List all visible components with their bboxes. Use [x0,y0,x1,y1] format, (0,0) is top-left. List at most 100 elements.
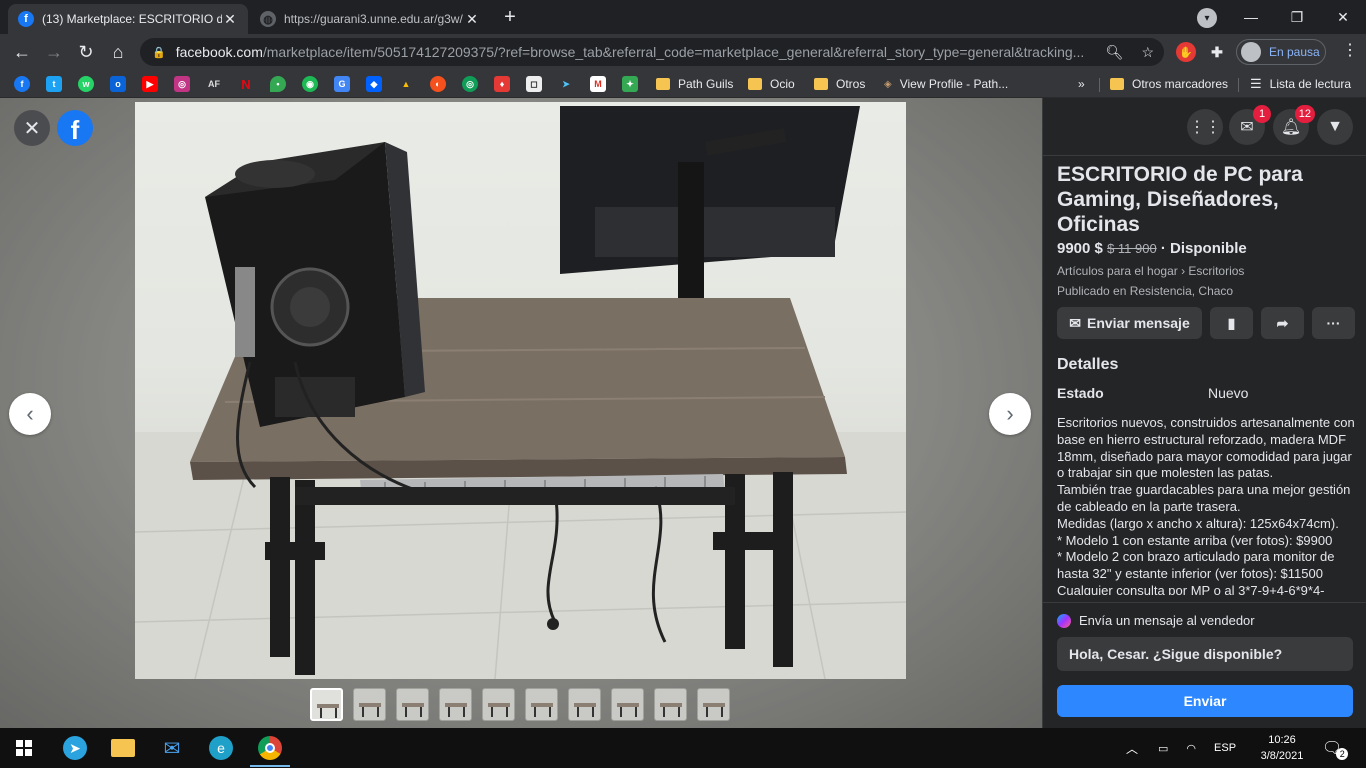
facebook-bookmark-icon[interactable]: f [14,76,30,92]
maps-bookmark-icon[interactable]: ✦ [622,76,638,92]
home-button[interactable]: ⌂ [106,40,130,64]
photo-thumbnail[interactable] [525,688,558,721]
listing-category[interactable]: Artículos para el hogar › Escritorios [1057,264,1244,278]
tab-strip: f (13) Marketplace: ESCRITORIO de PC par… [0,0,1366,34]
seller-prompt-label: Envía un mensaje al vendedor [1079,613,1255,628]
description-line: * Modelo 2 con brazo articulado para mon… [1057,549,1335,582]
new-tab-button[interactable]: + [498,6,522,30]
bookmark-icon: ▮ [1227,314,1236,331]
listing-location[interactable]: Publicado en Resistencia, Chaco [1057,284,1233,298]
reload-button[interactable]: ↻ [74,40,98,64]
whatsapp-bookmark-icon[interactable]: w [78,76,94,92]
bookmark-star-icon[interactable]: ☆ [1141,44,1154,61]
message-input[interactable]: Hola, Cesar. ¿Sigue disponible? [1057,637,1353,671]
next-photo-button[interactable]: › [989,393,1031,435]
listing-title: ESCRITORIO de PC para Gaming, Diseñadore… [1057,163,1303,236]
app-bookmark-icon[interactable]: ◐ [430,76,446,92]
battery-icon[interactable]: ▭ [1158,742,1168,755]
lock-icon[interactable]: 🔒 [152,46,166,59]
dropbox-bookmark-icon[interactable]: ◆ [366,76,382,92]
profile-button[interactable]: En pausa [1236,39,1326,65]
tab-title: https://guarani3.unne.edu.ar/g3w/ [284,12,463,26]
save-button[interactable]: ▮ [1210,307,1253,339]
photo-thumbnail[interactable] [396,688,429,721]
wifi-icon[interactable]: ◠ [1186,742,1196,755]
photo-thumbnail[interactable] [439,688,472,721]
facebook-logo-icon[interactable]: f [57,110,93,146]
puzzle-extensions-icon[interactable]: ✚ [1207,42,1227,62]
twitter-bookmark-icon[interactable]: t [46,76,62,92]
more-options-button[interactable]: ··· [1312,307,1355,339]
telegram-icon[interactable]: ➤ [63,736,87,760]
music-bookmark-icon[interactable]: ◉ [302,76,318,92]
reading-list-button[interactable]: ☰ Lista de lectura [1250,75,1351,93]
instagram-bookmark-icon[interactable]: ◎ [174,76,190,92]
minimize-button[interactable]: — [1228,0,1274,34]
clock[interactable]: 10:26 3/8/2021 [1250,732,1314,764]
photo-thumbnail[interactable] [568,688,601,721]
drive-bookmark-icon[interactable]: ▲ [398,76,414,92]
bookmark-view-profile[interactable]: ◈ View Profile - Path... [884,75,1008,93]
close-tab-icon[interactable]: ✕ [464,11,480,28]
messenger-badge: 1 [1253,105,1271,123]
gmail-bookmark-icon[interactable]: M [590,76,606,92]
search-icon[interactable]: 🔍︎ [1106,44,1124,61]
photo-thumbnail[interactable] [654,688,687,721]
chevron-up-icon[interactable]: ︿ [1126,740,1138,757]
app-bookmark-icon[interactable]: ➤ [558,76,574,92]
app-bookmark-icon[interactable]: ◻ [526,76,542,92]
tab-search-icon[interactable]: ▾ [1197,8,1217,28]
listing-description: Escritorios nuevos, construidos artesana… [1057,415,1357,595]
netflix-bookmark-icon[interactable]: N [238,76,254,92]
other-bookmarks-folder[interactable]: Otros marcadores [1110,75,1228,93]
photo-thumbnail[interactable] [353,688,386,721]
photo-thumbnail[interactable] [482,688,515,721]
menu-grid-icon[interactable]: ⋮⋮ [1187,109,1223,145]
send-message-button[interactable]: ✉ Enviar mensaje [1057,307,1202,339]
messenger-button[interactable]: ✉ 1 [1229,105,1271,145]
youtube-bookmark-icon[interactable]: ▶ [142,76,158,92]
file-explorer-icon[interactable] [111,739,135,757]
chrome-icon[interactable] [250,736,290,767]
extension-icon[interactable]: ✋ [1176,42,1196,62]
tab-guarani[interactable]: ◍ https://guarani3.unne.edu.ar/g3w/ ✕ [250,4,490,34]
maps-bookmark-icon[interactable]: • [270,76,286,92]
share-button[interactable]: ➦ [1261,307,1304,339]
photo-thumbnail[interactable] [310,688,343,721]
availability-status: · Disponible [1160,240,1247,257]
close-window-button[interactable]: ✕ [1320,0,1366,34]
app-bookmark-icon[interactable]: ◎ [462,76,478,92]
address-bar[interactable]: 🔒 facebook.com /marketplace/item/5051741… [140,38,1164,66]
notifications-button[interactable]: 🔔︎ 12 [1273,105,1315,145]
previous-photo-button[interactable]: ‹ [9,393,51,435]
tab-marketplace[interactable]: f (13) Marketplace: ESCRITORIO de PC par… [8,4,248,34]
bookmark-folder[interactable]: Ocio [748,75,795,93]
action-center-button[interactable]: 🗨︎ 2 [1322,728,1349,768]
listing-old-price: $ 11 900 [1107,241,1157,256]
forward-button[interactable]: → [42,40,66,64]
bookmark-folder[interactable]: Otros [814,75,865,93]
send-button[interactable]: Enviar [1057,685,1353,717]
close-viewer-button[interactable]: ✕ [14,110,50,146]
browser-menu-icon[interactable]: ⋮ [1342,40,1358,60]
app-bookmark-icon[interactable]: ♦ [494,76,510,92]
edge-icon[interactable]: e [209,736,233,760]
system-tray: ︿ ▭ ◠ ESP [1126,728,1236,768]
bookmark-folder[interactable]: Path Guils [656,75,733,93]
maximize-button[interactable]: ❐ [1274,0,1320,34]
language-indicator[interactable]: ESP [1214,742,1236,754]
outlook-bookmark-icon[interactable]: o [110,76,126,92]
close-tab-icon[interactable]: ✕ [222,11,238,28]
back-button[interactable]: ← [10,40,34,64]
windows-start-icon[interactable] [12,736,36,760]
photo-thumbnail[interactable] [611,688,644,721]
af-bookmark-icon[interactable]: AF [206,76,222,92]
bookmarks-overflow-button[interactable]: » [1078,75,1085,93]
account-menu-button[interactable]: ▼ [1317,109,1353,145]
seller-prompt: Envía un mensaje al vendedor [1057,613,1255,628]
photo-thumbnail[interactable] [697,688,730,721]
facebook-favicon-icon: f [18,11,34,27]
mail-icon[interactable]: ✉ [160,736,184,760]
translate-bookmark-icon[interactable]: G [334,76,350,92]
messenger-icon [1057,613,1071,628]
